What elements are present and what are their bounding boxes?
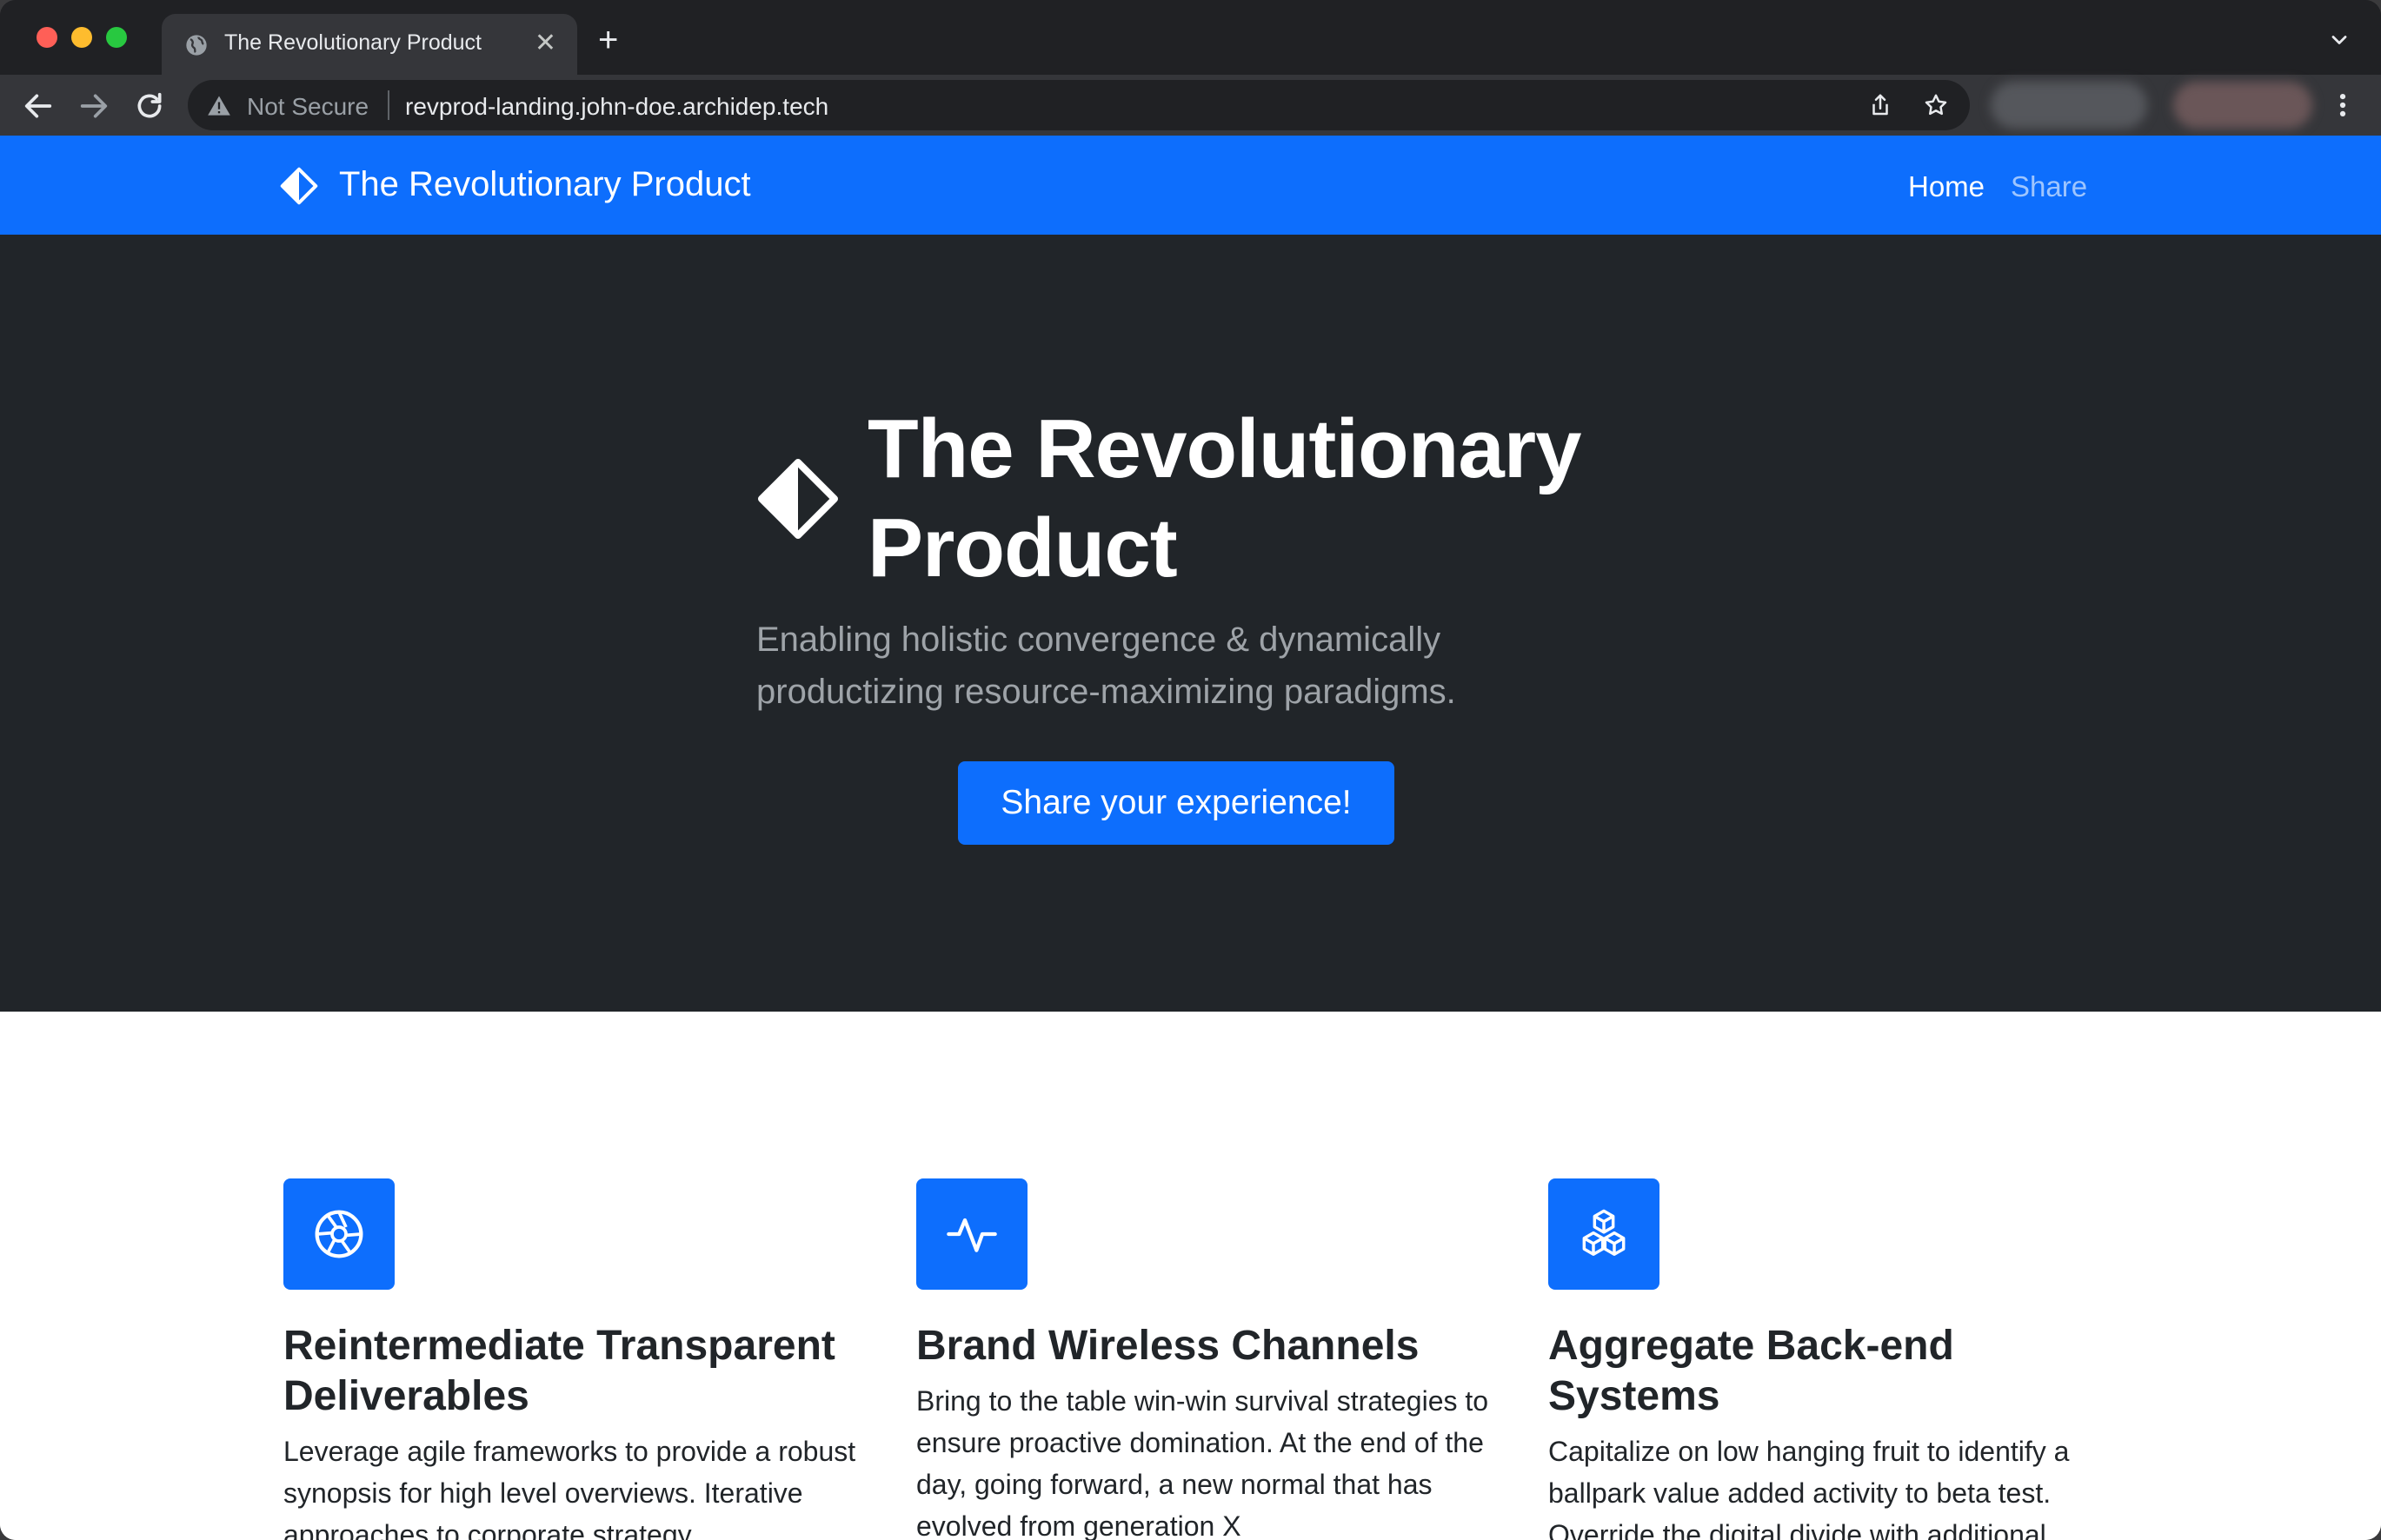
activity-icon bbox=[947, 1218, 997, 1252]
hero-subtitle: Enabling holistic convergence & dynamica… bbox=[756, 621, 1456, 711]
feature-card: Aggregate Back-end Systems Capitalize on… bbox=[1548, 1178, 2122, 1540]
product-logo-icon bbox=[758, 459, 838, 539]
nav-share-link[interactable]: Share bbox=[2011, 170, 2087, 203]
feature-card: Reintermediate Transparent Deliverables … bbox=[283, 1178, 857, 1540]
browser-tab[interactable]: The Revolutionary Product ✕ bbox=[162, 14, 577, 75]
extensions-area[interactable] bbox=[1991, 82, 2147, 129]
minimize-window-button[interactable] bbox=[71, 27, 92, 48]
feature-text: Leverage agile frameworks to provide a r… bbox=[283, 1436, 856, 1540]
more-menu-icon[interactable] bbox=[2330, 90, 2356, 120]
nav-home-link[interactable]: Home bbox=[1908, 170, 1985, 203]
url-text[interactable]: revprod-landing.john-doe.archidep.tech bbox=[405, 93, 828, 121]
globe-icon bbox=[186, 35, 207, 56]
aperture-icon bbox=[315, 1210, 363, 1258]
feature-icon-tile bbox=[1548, 1178, 1659, 1290]
feature-card: Brand Wireless Channels Bring to the tab… bbox=[916, 1178, 1490, 1540]
security-label[interactable]: Not Secure bbox=[247, 93, 369, 121]
address-bar[interactable]: Not Secure revprod-landing.john-doe.arch… bbox=[188, 80, 1970, 130]
maximize-window-button[interactable] bbox=[106, 27, 127, 48]
new-tab-button[interactable]: + bbox=[598, 23, 618, 57]
address-separator bbox=[388, 90, 389, 120]
back-arrow-icon[interactable] bbox=[21, 89, 56, 123]
share-icon[interactable] bbox=[1867, 92, 1893, 118]
browser-window: The Revolutionary Product ✕ + Not Secure bbox=[0, 0, 2381, 1540]
tab-close-icon[interactable]: ✕ bbox=[535, 28, 556, 59]
feature-text: Capitalize on low hanging fruit to ident… bbox=[1548, 1436, 2070, 1540]
hero-section: The Revolutionary Product Enabling holis… bbox=[0, 235, 2381, 1012]
close-window-button[interactable] bbox=[37, 27, 57, 48]
warning-icon[interactable] bbox=[207, 94, 231, 116]
boxes-icon bbox=[1582, 1209, 1626, 1256]
feature-icon-tile bbox=[916, 1178, 1028, 1290]
tab-title: The Revolutionary Product bbox=[224, 30, 482, 55]
page-content: The Revolutionary Product Home Share The… bbox=[0, 136, 2381, 1540]
bookmark-star-icon[interactable] bbox=[1923, 92, 1949, 118]
share-experience-button[interactable]: Share your experience! bbox=[958, 761, 1394, 845]
feature-title: Brand Wireless Channels bbox=[916, 1323, 1420, 1369]
features-section: Reintermediate Transparent Deliverables … bbox=[0, 1012, 2381, 1540]
feature-icon-tile bbox=[283, 1178, 395, 1290]
feature-title: Reintermediate Transparent Deliverables bbox=[283, 1323, 835, 1419]
chevron-down-icon[interactable] bbox=[2327, 28, 2351, 52]
browser-toolbar: Not Secure revprod-landing.john-doe.arch… bbox=[0, 75, 2381, 136]
feature-title: Aggregate Back-end Systems bbox=[1548, 1323, 1954, 1419]
profile-avatar[interactable] bbox=[2173, 82, 2312, 129]
site-navbar: The Revolutionary Product Home Share bbox=[0, 136, 2381, 235]
brand-name[interactable]: The Revolutionary Product bbox=[339, 165, 751, 204]
forward-arrow-icon[interactable] bbox=[76, 89, 111, 123]
hero-title: The Revolutionary Product bbox=[868, 402, 1581, 594]
brand-logo-icon[interactable] bbox=[280, 167, 318, 205]
tab-strip: The Revolutionary Product ✕ + bbox=[0, 0, 2381, 75]
feature-text: Bring to the table win-win survival stra… bbox=[916, 1385, 1489, 1540]
reload-icon[interactable] bbox=[132, 89, 167, 123]
